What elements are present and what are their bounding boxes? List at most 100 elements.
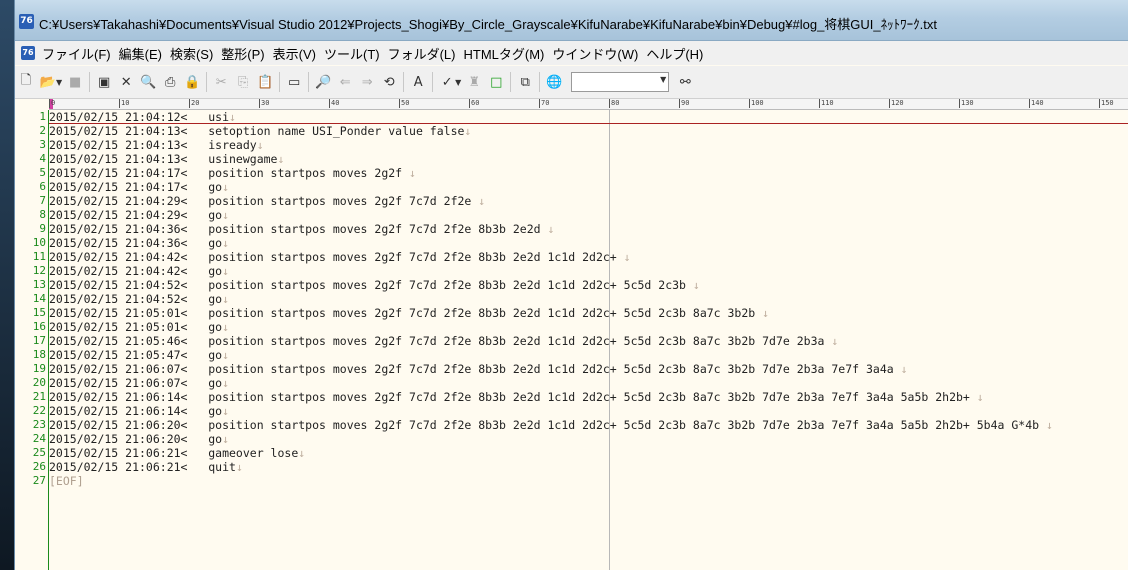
menu-file[interactable]: ファイル(F) xyxy=(38,44,115,63)
menu-window[interactable]: ウインドウ(W) xyxy=(548,44,642,63)
search-combo[interactable]: ▼ xyxy=(571,72,670,92)
code-line-text: 2015/02/15 21:04:42< position startpos m… xyxy=(49,250,624,264)
print-preview-icon[interactable]: 🔍 xyxy=(138,72,158,92)
menu-html-tag[interactable]: HTMLタグ(M) xyxy=(459,44,548,63)
eol-mark: ↓ xyxy=(222,180,230,194)
line-number: 3 xyxy=(39,138,46,151)
line-number: 16 xyxy=(32,320,46,333)
code-line-text: 2015/02/15 21:05:01< position startpos m… xyxy=(49,306,763,320)
column-ruler: 0 10 20 30 40 50 60 70 80 90 100 110 120… xyxy=(49,99,1128,110)
eol-mark: ↓ xyxy=(409,166,416,180)
print-icon[interactable]: ⎙ xyxy=(160,72,180,92)
line-number-gutter[interactable]: 1 2 3 4 5 6 7 8 9 10 11 12 13 14 15 16 17 18 19 20 21 22 23 24 2… xyxy=(15,110,49,570)
open-dropdown-icon[interactable]: ▼ xyxy=(56,78,62,87)
ruler-label: 130 xyxy=(959,99,974,108)
code-line-text: 2015/02/15 21:04:52< go xyxy=(49,292,223,306)
open-folder-icon[interactable]: 📂 xyxy=(38,72,58,92)
line-number: 5 xyxy=(39,166,46,179)
code-line: 2015/02/15 21:04:17< go↓ xyxy=(49,180,229,194)
ruler-label: 40 xyxy=(329,99,340,108)
code-line-text: 2015/02/15 21:06:20< go xyxy=(49,432,223,446)
eol-mark: ↓ xyxy=(222,320,230,334)
code-line-text: 2015/02/15 21:06:21< quit xyxy=(49,460,236,474)
app-menu-icon[interactable]: 76 xyxy=(21,46,35,60)
code-line-text: 2015/02/15 21:06:07< go xyxy=(49,376,223,390)
menu-search[interactable]: 検索(S) xyxy=(166,44,217,63)
ruler-label: 60 xyxy=(469,99,480,108)
eol-mark: ↓ xyxy=(222,348,230,362)
new-file-icon[interactable]: 🗋 xyxy=(16,72,36,92)
eol-mark: ↓ xyxy=(222,432,230,446)
line-number: 9 xyxy=(39,222,46,235)
copy-icon[interactable]: ⎘ xyxy=(233,72,253,92)
code-line-text: 2015/02/15 21:04:52< position startpos m… xyxy=(49,278,693,292)
chevron-down-icon[interactable]: ▼ xyxy=(660,75,666,84)
line-number: 23 xyxy=(32,418,46,431)
spell-dropdown-icon[interactable]: ▼ xyxy=(455,78,461,87)
macro-icon[interactable]: ♜ xyxy=(464,72,484,92)
eol-mark: ↓ xyxy=(831,334,839,348)
compare-icon[interactable]: ⧉ xyxy=(515,72,535,92)
toolbar-separator xyxy=(308,72,310,92)
eol-mark: ↓ xyxy=(222,376,230,390)
ruler-label: 10 xyxy=(119,99,130,108)
menu-help[interactable]: ヘルプ(H) xyxy=(642,44,707,63)
eol-mark: ↓ xyxy=(229,110,236,124)
code-line: 2015/02/15 21:04:17< position startpos m… xyxy=(49,166,416,180)
lock-icon[interactable]: 🔒 xyxy=(182,72,202,92)
code-line: 2015/02/15 21:04:42< go↓ xyxy=(49,264,229,278)
code-line: 2015/02/15 21:04:52< position startpos m… xyxy=(49,278,700,292)
line-number: 12 xyxy=(32,264,46,277)
title-bar[interactable]: 76 C:¥Users¥Takahashi¥Documents¥Visual S… xyxy=(15,0,1128,41)
binoculars-icon[interactable]: ⚯ xyxy=(675,72,695,92)
code-line: 2015/02/15 21:06:21< quit↓ xyxy=(49,460,243,474)
line-number: 10 xyxy=(32,236,46,249)
eol-mark: ↓ xyxy=(235,460,243,474)
code-line: 2015/02/15 21:05:46< position startpos m… xyxy=(49,334,838,348)
replace-icon[interactable]: ⟲ xyxy=(379,72,399,92)
app-icon[interactable]: 76 xyxy=(19,14,34,29)
find-next-icon[interactable]: ⇒ xyxy=(357,72,377,92)
code-line: 2015/02/15 21:04:52< go↓ xyxy=(49,292,229,306)
ruler-label: 0 xyxy=(49,99,56,108)
menu-edit[interactable]: 編集(E) xyxy=(115,44,166,63)
line-number: 14 xyxy=(32,292,46,305)
outline-icon[interactable]: □ xyxy=(486,72,506,92)
ruler-label: 100 xyxy=(749,99,764,108)
browser-icon[interactable]: 🌐 xyxy=(544,72,564,92)
grep-icon[interactable]: A xyxy=(408,72,428,92)
menu-format[interactable]: 整形(P) xyxy=(217,44,268,63)
find-prev-icon[interactable]: ⇐ xyxy=(335,72,355,92)
code-line-text: 2015/02/15 21:04:36< go xyxy=(49,236,223,250)
menu-folder[interactable]: フォルダ(L) xyxy=(384,44,460,63)
code-line: 2015/02/15 21:06:07< go↓ xyxy=(49,376,229,390)
code-line-text: 2015/02/15 21:06:21< gameover lose xyxy=(49,446,299,460)
line-number: 19 xyxy=(32,362,46,375)
save-icon[interactable]: ■ xyxy=(65,72,85,92)
spell-check-icon[interactable]: ✓ xyxy=(437,72,457,92)
ruler-label: 50 xyxy=(399,99,410,108)
code-line: 2015/02/15 21:04:12< usi↓ xyxy=(49,110,236,124)
toolbar-separator xyxy=(89,72,91,92)
code-line: 2015/02/15 21:04:29< position startpos m… xyxy=(49,194,485,208)
eol-mark: ↓ xyxy=(464,124,472,138)
code-line: 2015/02/15 21:04:36< go↓ xyxy=(49,236,229,250)
menu-tools[interactable]: ツール(T) xyxy=(320,44,384,63)
save-as-icon[interactable]: ▣ xyxy=(94,72,114,92)
text-editor[interactable]: 2015/02/15 21:04:12< usi↓ 2015/02/15 21:0… xyxy=(49,110,1128,570)
search-icon[interactable]: 🔎 xyxy=(313,72,333,92)
editor-window: 76 C:¥Users¥Takahashi¥Documents¥Visual S… xyxy=(14,0,1128,570)
menu-view[interactable]: 表示(V) xyxy=(269,44,320,63)
ruler-label: 110 xyxy=(819,99,834,108)
line-number: 4 xyxy=(39,152,46,165)
code-line: 2015/02/15 21:05:01< go↓ xyxy=(49,320,229,334)
line-number: 22 xyxy=(32,404,46,417)
code-line: 2015/02/15 21:04:36< position startpos m… xyxy=(49,222,554,236)
eol-mark: ↓ xyxy=(900,362,908,376)
line-number: 20 xyxy=(32,376,46,389)
close-icon[interactable]: ✕ xyxy=(116,72,136,92)
paste-icon[interactable]: 📋 xyxy=(255,72,275,92)
cut-icon[interactable]: ✂ xyxy=(211,72,231,92)
window-icon[interactable]: ▭ xyxy=(284,72,304,92)
line-number: 1 xyxy=(39,110,46,123)
